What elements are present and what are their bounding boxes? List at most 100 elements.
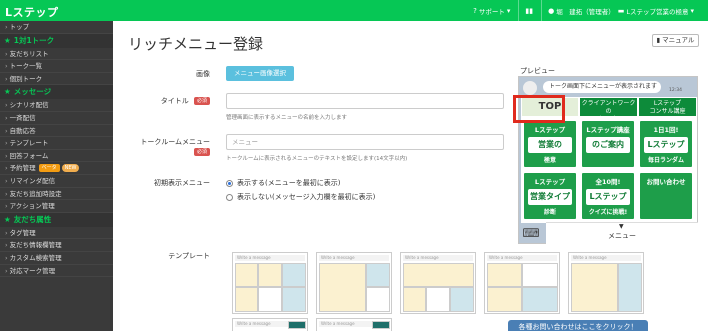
sidebar-item[interactable]: 予約管理ベータNEW — [0, 162, 113, 175]
sidebar-item-label: 一斉配信 — [9, 113, 36, 122]
required-badge: 必須 — [193, 97, 210, 105]
app-logo[interactable]: Lステップ — [5, 4, 59, 20]
sidebar-item-label: テンプレート — [9, 139, 49, 148]
rich-menu-card[interactable]: Lステップ講座 のご案内 — [580, 119, 636, 169]
rich-menu-card[interactable]: 全10問! Lステップ クイズに挑戦! — [580, 171, 636, 221]
template-cell — [618, 263, 642, 312]
caret-down-icon: ▼ — [619, 223, 624, 230]
initial-display-label: 初期表示メニュー — [154, 179, 210, 187]
radio-hide[interactable]: 表示しない(メッセージ入力欄を最初に表示) — [226, 192, 375, 202]
sidebar-item[interactable]: 回答フォーム — [0, 150, 113, 163]
contact-button[interactable]: 各種お問い合わせはここをクリック！ — [508, 320, 648, 331]
sidebar-item[interactable]: トーク一覧 — [0, 60, 113, 73]
star-icon: ★ — [4, 214, 11, 224]
template-label: テンプレート — [168, 252, 210, 260]
template-option[interactable]: Write a message — [232, 252, 308, 314]
preview-label: プレビュー — [520, 67, 555, 75]
template-cell — [403, 263, 474, 287]
template-option[interactable]: Write a message — [316, 318, 392, 331]
sidebar-item[interactable]: アクション管理 — [0, 200, 113, 213]
message-time: 12:34 — [669, 88, 682, 93]
menu-toggle-label: メニュー — [608, 232, 636, 240]
support-menu[interactable]: ? サポート ▾ — [467, 0, 518, 21]
sidebar-item[interactable]: シナリオ配信 — [0, 99, 113, 112]
template-bar: Write a message — [571, 255, 641, 261]
user-menu[interactable]: ● 堀 建拓（管理者） ▬ Lステップ営業の極意 ▾ — [541, 0, 702, 21]
rich-menu-card[interactable]: お問い合わせ — [638, 171, 694, 221]
sidebar-item-label: トーク一覧 — [9, 62, 43, 71]
template-option[interactable]: Write a message — [484, 252, 560, 314]
sidebar-item[interactable]: 友だちリスト — [0, 48, 113, 61]
sidebar-item-label: 自動応答 — [9, 126, 36, 135]
rich-menu-card[interactable]: Lステップ 営業の 極意 — [522, 119, 578, 169]
sidebar-section[interactable]: ★ 1対1トーク — [0, 33, 113, 48]
beta-badge: ベータ — [38, 164, 60, 173]
stats-button[interactable]: ▮▮ — [518, 0, 541, 21]
template-option[interactable]: Write a message — [232, 318, 308, 331]
star-icon: ★ — [4, 35, 11, 45]
sidebar-item[interactable]: 友だち追加時設定 — [0, 188, 113, 201]
sidebar-item[interactable]: 自動応答 — [0, 125, 113, 138]
sidebar-item[interactable]: 友だち情報欄管理 — [0, 239, 113, 252]
template-cell — [282, 287, 306, 312]
sidebar-item-label: 予約管理 — [9, 164, 36, 173]
title-input[interactable] — [226, 93, 504, 109]
new-badge: NEW — [61, 164, 80, 173]
sidebar-section[interactable]: ★ 友だち属性 — [0, 212, 113, 227]
template-cell — [258, 263, 282, 287]
user-name: 堀 建拓（管理者） — [556, 7, 615, 16]
rich-card-text: 全10問! — [595, 178, 621, 186]
top-bar: Lステップ ? サポート ▾ ▮▮ ● 堀 建拓（管理者） ▬ Lステップ営業の… — [0, 0, 708, 21]
sidebar-item[interactable]: 個別トーク — [0, 73, 113, 86]
radio-hide-control[interactable] — [226, 193, 233, 201]
sidebar-section[interactable]: ★ メッセージ — [0, 85, 113, 100]
sidebar-item[interactable]: タグ管理 — [0, 227, 113, 240]
title-label: タイトル — [160, 97, 189, 105]
radio-show[interactable]: 表示する(メニューを最初に表示) — [226, 178, 340, 188]
sidebar-item-label: 回答フォーム — [9, 151, 49, 160]
template-cell — [319, 263, 366, 312]
rich-menu-card[interactable]: Lステップ 営業タイプ 診断 — [522, 171, 578, 221]
chat-icon: ▬ — [617, 6, 625, 15]
sidebar-item[interactable]: 対応マーク管理 — [0, 265, 113, 278]
rich-menu-card[interactable]: 1日1回! Lステップ 毎日ランダム — [638, 119, 694, 169]
template-option[interactable]: Write a message — [400, 252, 476, 314]
sidebar-item[interactable]: カスタム検索管理 — [0, 252, 113, 265]
template-cell — [282, 263, 306, 287]
template-cell — [450, 287, 474, 312]
template-cell — [487, 287, 522, 312]
keyboard-icon[interactable]: ⌨ — [520, 225, 542, 241]
rich-card-text: 診断 — [543, 209, 556, 216]
book-icon: ▮ — [656, 36, 661, 44]
sidebar-item[interactable]: テンプレート — [0, 137, 113, 150]
sidebar-section-label: 友だち属性 — [13, 214, 52, 224]
template-cell — [522, 263, 558, 287]
preview-message-bubble: トーク画面下にメニューが表示されます — [543, 81, 661, 93]
rich-card-text: Lステップ — [534, 126, 566, 134]
template-bar: Write a message — [319, 255, 389, 261]
template-option[interactable]: Write a message — [568, 252, 644, 314]
title-label-row: タイトル 必須 — [150, 96, 210, 106]
template-cell — [372, 321, 390, 329]
rich-tab-client-work[interactable]: クライアントワークの 極 意 — [579, 97, 638, 123]
template-cell — [288, 321, 306, 329]
highlight-box — [513, 95, 565, 123]
template-cell — [366, 263, 390, 287]
radio-show-label: 表示する(メニューを最初に表示) — [237, 179, 341, 187]
account-name: Lステップ営業の極意 — [626, 7, 689, 16]
template-option[interactable]: Write a message — [316, 252, 392, 314]
rich-card-text: 極意 — [543, 157, 556, 164]
select-image-button[interactable]: メニュー画像選択 — [226, 66, 294, 81]
sidebar-item[interactable]: リマインダ配信 — [0, 175, 113, 188]
room-menu-input[interactable]: メニュー — [226, 134, 504, 150]
template-cell — [571, 263, 618, 312]
sidebar-item[interactable]: 一斉配信 — [0, 112, 113, 125]
title-help: 管理画面に表示するメニューの名前を入力します — [226, 115, 348, 121]
sidebar-section-label: 1対1トーク — [13, 35, 55, 45]
radio-show-control[interactable] — [226, 179, 233, 187]
manual-button[interactable]: ▮ マニュアル — [652, 34, 699, 47]
rich-card-text: 毎日ランダム — [647, 157, 684, 164]
rich-tab-consult[interactable]: Lステップ コンサル講座 — [638, 97, 697, 117]
sidebar-item-label: 友だち情報欄管理 — [9, 241, 62, 250]
sidebar-item[interactable]: トップ — [0, 21, 113, 34]
